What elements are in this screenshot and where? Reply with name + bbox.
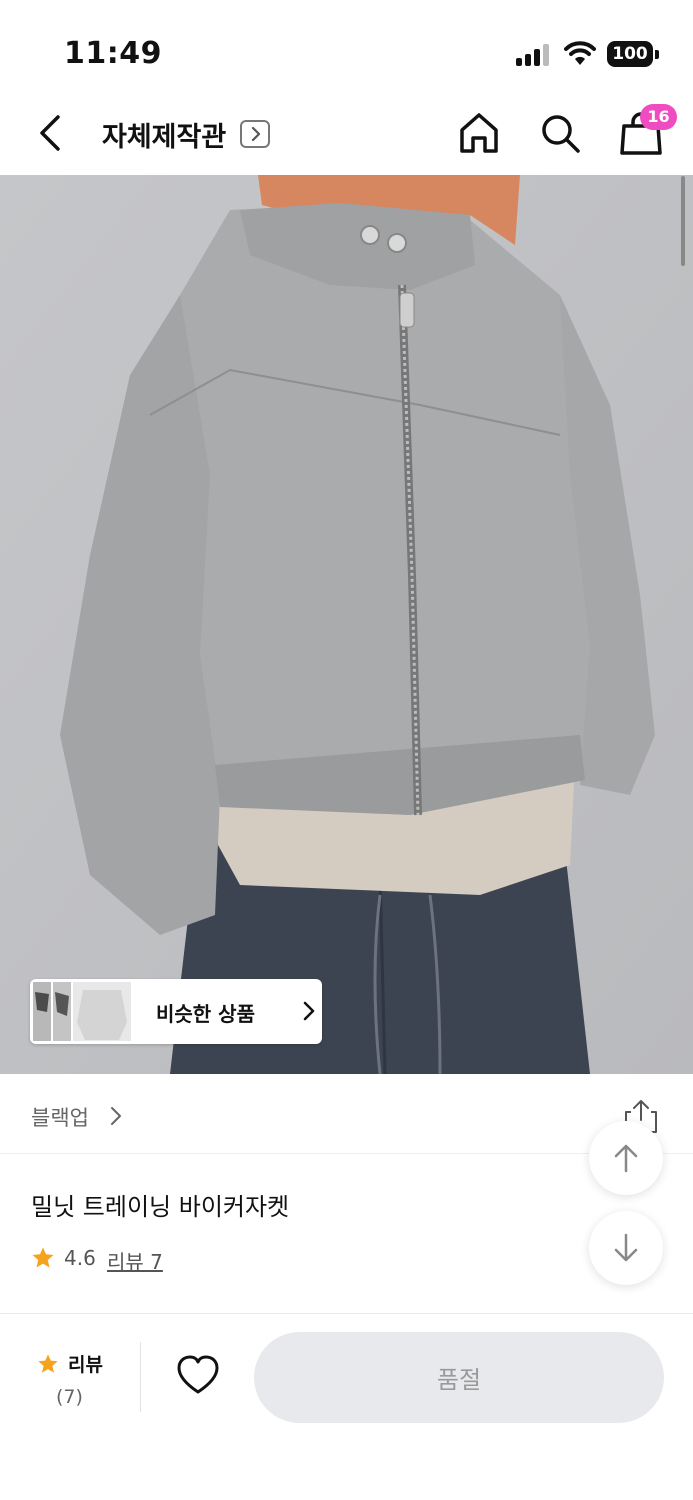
divider xyxy=(140,1342,141,1412)
battery-level: 100 xyxy=(607,41,653,67)
status-time: 11:49 xyxy=(64,36,162,71)
cellular-signal-icon xyxy=(516,44,554,66)
store-title[interactable]: 자체제작관 xyxy=(102,115,226,154)
cart-count-badge: 16 xyxy=(640,104,677,130)
wifi-icon xyxy=(564,41,596,65)
scroll-to-bottom-button[interactable] xyxy=(589,1211,663,1285)
review-count: (7) xyxy=(56,1386,83,1408)
product-image[interactable] xyxy=(0,175,693,1074)
sold-out-button[interactable]: 품절 xyxy=(254,1332,664,1423)
similar-products-label: 비슷한 상품 xyxy=(156,1002,255,1026)
chevron-right-icon xyxy=(303,1001,315,1021)
star-icon xyxy=(38,1354,58,1373)
chevron-left-icon[interactable] xyxy=(30,111,74,155)
top-nav-bar: 자체제작관 16 xyxy=(0,95,693,175)
chevron-right-icon[interactable] xyxy=(110,1105,122,1127)
product-title: 밀닛 트레이닝 바이커자켓 xyxy=(31,1193,290,1221)
status-bar: 11:49 100 xyxy=(0,0,693,95)
arrow-down-icon xyxy=(614,1233,638,1262)
product-photo xyxy=(0,175,693,1074)
arrow-up-icon xyxy=(614,1144,638,1173)
rating-value: 4.6 xyxy=(64,1246,96,1270)
similar-products-thumbnail xyxy=(33,982,131,1041)
brand-link[interactable]: 블랙업 xyxy=(31,1102,89,1132)
heart-outline-icon[interactable] xyxy=(176,1354,220,1396)
scroll-to-top-button[interactable] xyxy=(589,1121,663,1195)
bottom-action-bar: 리뷰 (7) 품절 xyxy=(0,1313,693,1500)
home-icon[interactable] xyxy=(458,111,500,155)
battery-indicator: 100 xyxy=(607,41,659,67)
search-icon[interactable] xyxy=(538,111,582,155)
chevron-right-box-icon[interactable] xyxy=(240,120,270,148)
review-summary[interactable]: 리뷰 (7) xyxy=(30,1342,140,1422)
star-icon xyxy=(32,1247,54,1268)
scroll-indicator xyxy=(681,176,685,266)
review-count-link[interactable]: 리뷰 7 xyxy=(107,1246,163,1275)
review-label: 리뷰 xyxy=(68,1354,103,1376)
similar-products-button[interactable]: 비슷한 상품 xyxy=(30,979,322,1044)
